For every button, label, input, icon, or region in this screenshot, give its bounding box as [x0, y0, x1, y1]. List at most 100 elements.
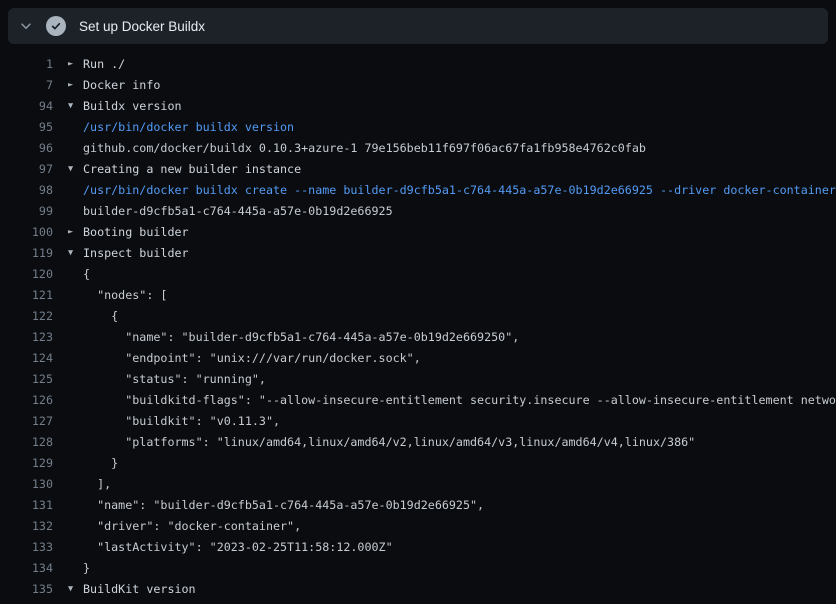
line-text: "nodes": [: [83, 285, 167, 306]
line-number[interactable]: 131: [0, 495, 53, 516]
line-text: "buildkit": "v0.11.3",: [83, 411, 280, 432]
log-line[interactable]: 100 ► Booting builder: [0, 222, 836, 243]
line-content: "buildkitd-flags": "--allow-insecure-ent…: [68, 390, 836, 411]
line-content: "status": "running",: [68, 369, 836, 390]
line-number[interactable]: 94: [0, 96, 53, 117]
line-content: ▼ Buildx version: [68, 96, 836, 117]
log-line: 130 ],: [0, 474, 836, 495]
log-line: 95 /usr/bin/docker buildx version: [0, 117, 836, 138]
line-number[interactable]: 130: [0, 474, 53, 495]
line-number[interactable]: 100: [0, 222, 53, 243]
line-text: /usr/bin/docker buildx version: [83, 117, 294, 138]
chevron-down-icon[interactable]: [18, 18, 34, 34]
line-content: ▼ Creating a new builder instance: [68, 159, 836, 180]
line-text: "name": "builder-d9cfb5a1-c764-445a-a57e…: [83, 327, 519, 348]
line-text: github.com/docker/buildx 0.10.3+azure-1 …: [83, 138, 646, 159]
log-line: 96 github.com/docker/buildx 0.10.3+azure…: [0, 138, 836, 159]
log-lines: 1 ► Run ./ 7 ► Docker info 94 ▼ Buildx v…: [0, 54, 836, 604]
line-text: {: [83, 264, 90, 285]
line-text: Creating a new builder instance: [83, 159, 301, 180]
line-number[interactable]: 133: [0, 537, 53, 558]
line-number[interactable]: 121: [0, 285, 53, 306]
line-number[interactable]: 129: [0, 453, 53, 474]
line-text: /usr/bin/docker buildx create --name bui…: [83, 180, 836, 201]
log-line: 131 "name": "builder-d9cfb5a1-c764-445a-…: [0, 495, 836, 516]
line-text: }: [83, 453, 118, 474]
log-line: 136 builder-d9cfb5a1-c764-445a-a57e-0b19…: [0, 600, 836, 604]
line-number[interactable]: 125: [0, 369, 53, 390]
log-line: 132 "driver": "docker-container",: [0, 516, 836, 537]
group-toggle-icon[interactable]: ▼: [68, 159, 83, 180]
line-content: "driver": "docker-container",: [68, 516, 836, 537]
line-number[interactable]: 120: [0, 264, 53, 285]
line-content: "endpoint": "unix:///var/run/docker.sock…: [68, 348, 836, 369]
log-line[interactable]: 1 ► Run ./: [0, 54, 836, 75]
line-number[interactable]: 123: [0, 327, 53, 348]
line-content: ],: [68, 474, 836, 495]
log-line: 134 }: [0, 558, 836, 579]
line-content: /usr/bin/docker buildx create --name bui…: [68, 180, 836, 201]
line-content: "name": "builder-d9cfb5a1-c764-445a-a57e…: [68, 495, 836, 516]
line-number[interactable]: 128: [0, 432, 53, 453]
line-number[interactable]: 95: [0, 117, 53, 138]
line-content: "name": "builder-d9cfb5a1-c764-445a-a57e…: [68, 327, 836, 348]
line-number[interactable]: 98: [0, 180, 53, 201]
log-line[interactable]: 94 ▼ Buildx version: [0, 96, 836, 117]
line-number[interactable]: 124: [0, 348, 53, 369]
group-toggle-icon[interactable]: ►: [68, 54, 83, 75]
line-content: github.com/docker/buildx 0.10.3+azure-1 …: [68, 138, 836, 159]
line-number[interactable]: 127: [0, 411, 53, 432]
log-line[interactable]: 119 ▼ Inspect builder: [0, 243, 836, 264]
log-line: 122 {: [0, 306, 836, 327]
log-area: 1 ► Run ./ 7 ► Docker info 94 ▼ Buildx v…: [0, 44, 836, 604]
line-text: "status": "running",: [83, 369, 266, 390]
line-content: ► Run ./: [68, 54, 836, 75]
log-line: 129 }: [0, 453, 836, 474]
log-line: 133 "lastActivity": "2023-02-25T11:58:12…: [0, 537, 836, 558]
line-text: "name": "builder-d9cfb5a1-c764-445a-a57e…: [83, 495, 484, 516]
group-toggle-icon[interactable]: ▼: [68, 579, 83, 600]
line-text: Docker info: [83, 75, 160, 96]
log-line[interactable]: 97 ▼ Creating a new builder instance: [0, 159, 836, 180]
line-number[interactable]: 7: [0, 75, 53, 96]
log-line: 123 "name": "builder-d9cfb5a1-c764-445a-…: [0, 327, 836, 348]
line-text: ],: [83, 474, 111, 495]
line-number[interactable]: 99: [0, 201, 53, 222]
line-text: Buildx version: [83, 96, 182, 117]
line-content: }: [68, 558, 836, 579]
line-number[interactable]: 126: [0, 390, 53, 411]
log-line[interactable]: 135 ▼ BuildKit version: [0, 579, 836, 600]
group-toggle-icon[interactable]: ▼: [68, 96, 83, 117]
line-content: /usr/bin/docker buildx version: [68, 117, 836, 138]
line-text: {: [83, 306, 118, 327]
line-content: builder-d9cfb5a1-c764-445a-a57e-0b19d2e6…: [68, 600, 836, 604]
line-content: ► Booting builder: [68, 222, 836, 243]
log-line[interactable]: 7 ► Docker info: [0, 75, 836, 96]
line-content: }: [68, 453, 836, 474]
step-header[interactable]: Set up Docker Buildx: [8, 8, 828, 44]
log-line: 124 "endpoint": "unix:///var/run/docker.…: [0, 348, 836, 369]
line-number[interactable]: 119: [0, 243, 53, 264]
line-number[interactable]: 96: [0, 138, 53, 159]
line-content: "platforms": "linux/amd64,linux/amd64/v2…: [68, 432, 836, 453]
line-content: builder-d9cfb5a1-c764-445a-a57e-0b19d2e6…: [68, 201, 836, 222]
line-number[interactable]: 122: [0, 306, 53, 327]
line-text: "endpoint": "unix:///var/run/docker.sock…: [83, 348, 421, 369]
group-toggle-icon[interactable]: ►: [68, 75, 83, 96]
group-toggle-icon[interactable]: ►: [68, 222, 83, 243]
line-content: {: [68, 306, 836, 327]
line-text: "lastActivity": "2023-02-25T11:58:12.000…: [83, 537, 393, 558]
line-number[interactable]: 1: [0, 54, 53, 75]
line-text: Run ./: [83, 54, 125, 75]
line-text: builder-d9cfb5a1-c764-445a-a57e-0b19d2e6…: [83, 600, 463, 604]
step-title: Set up Docker Buildx: [79, 19, 205, 34]
line-number[interactable]: 132: [0, 516, 53, 537]
line-text: "platforms": "linux/amd64,linux/amd64/v2…: [83, 432, 695, 453]
line-text: }: [83, 558, 90, 579]
line-number[interactable]: 135: [0, 579, 53, 600]
line-number[interactable]: 97: [0, 159, 53, 180]
line-number[interactable]: 134: [0, 558, 53, 579]
line-number[interactable]: 136: [0, 600, 53, 604]
group-toggle-icon[interactable]: ▼: [68, 243, 83, 264]
line-content: "lastActivity": "2023-02-25T11:58:12.000…: [68, 537, 836, 558]
